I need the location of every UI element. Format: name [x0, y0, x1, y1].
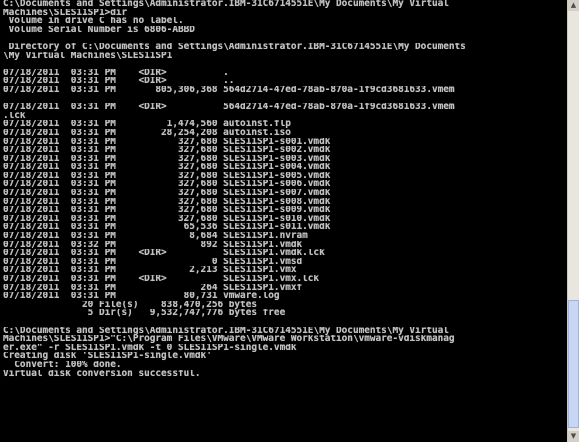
- console-line: .lck: [3, 111, 26, 121]
- console-line: 07/18/2011 03:31 PM 327,680 SLES11SP1-s0…: [3, 197, 331, 207]
- console-line: 07/18/2011 03:31 PM 65,536 SLES11SP1-s01…: [3, 223, 331, 233]
- console-line: 20 File(s) 838,470,256 bytes: [3, 300, 257, 310]
- console-line: 07/18/2011 03:31 PM 327,680 SLES11SP1-s0…: [3, 171, 331, 181]
- console-line: 07/18/2011 03:31 PM 327,680 SLES11SP1-s0…: [3, 163, 331, 172]
- console-line: 07/18/2011 03:31 PM 327,680 SLES11SP1-s0…: [3, 154, 331, 164]
- console-window[interactable]: C:\Documents and Settings\Administrator.…: [0, 0, 579, 442]
- console-line: Virtual disk conversion successful.: [3, 369, 201, 379]
- console-line: 5 Dir(s) 9,532,747,776 bytes free: [3, 309, 286, 318]
- console-line: er.exe" -r SLES11SP1.vmdk -t 0 SLES11SP1…: [3, 343, 297, 353]
- console-line: 07/18/2011 03:31 PM 327,680 SLES11SP1-s0…: [3, 189, 331, 198]
- console-line: \My Virtual Machines\SLES11SP1: [3, 51, 173, 61]
- console-line: Machines\SLES11SP1>dir: [3, 8, 128, 18]
- console-line: 07/18/2011 03:31 PM 1,474,560 autoinst.f…: [3, 120, 291, 129]
- console-line: C:\Documents and Settings\Administrator.…: [3, 0, 449, 9]
- console-line: 07/18/2011 03:31 PM <DIR> 564d2714-47ed-…: [3, 103, 455, 112]
- console-line: Volume in drive C has no label.: [3, 17, 184, 26]
- console-line: 07/18/2011 03:31 PM <DIR> SLES11SP1.vmx.…: [3, 275, 320, 284]
- console-line: Directory of C:\Documents and Settings\A…: [3, 42, 466, 52]
- scroll-down-arrow-icon[interactable]: ▼: [568, 431, 579, 442]
- console-line: 07/18/2011 03:31 PM 28,254,208 autoinst.…: [3, 128, 291, 138]
- console-line: Convert: 100% done.: [3, 360, 122, 370]
- console-line: Volume Serial Number is 6806-ABBD: [3, 25, 195, 35]
- console-line: 07/18/2011 03:31 PM 0 SLES11SP1.vmsd: [3, 257, 303, 267]
- console-line: 07/18/2011 03:31 PM 327,680 SLES11SP1-s0…: [3, 214, 331, 224]
- console-line: C:\Documents and Settings\Administrator.…: [3, 326, 449, 336]
- scroll-up-arrow-icon[interactable]: ▲: [568, 0, 579, 11]
- console-line: 07/18/2011 03:31 PM <DIR> .: [3, 68, 229, 78]
- console-line: 07/18/2011 03:31 PM 327,680 SLES11SP1-s0…: [3, 180, 331, 190]
- console-line: 07/18/2011 03:32 PM 892 SLES11SP1.vmdk: [3, 240, 303, 250]
- console-line: 07/18/2011 03:31 PM <DIR> ..: [3, 77, 235, 86]
- scrollbar-thumb[interactable]: [568, 300, 579, 428]
- console-line: 07/18/2011 03:31 PM 264 SLES11SP1.vmxf: [3, 283, 303, 293]
- console-line: 07/18/2011 03:31 PM 327,680 SLES11SP1-s0…: [3, 146, 331, 155]
- console-line: 07/18/2011 03:31 PM <DIR> SLES11SP1.vmdk…: [3, 249, 325, 258]
- console-line: 07/18/2011 03:31 PM 2,213 SLES11SP1.vmx: [3, 266, 297, 275]
- console-line: 07/18/2011 03:31 PM 327,680 SLES11SP1-s0…: [3, 206, 331, 215]
- console-line: Creating disk 'SLES11SP1-single.vmdk': [3, 352, 212, 361]
- console-output: C:\Documents and Settings\Administrator.…: [3, 0, 565, 378]
- console-line: 07/18/2011 03:31 PM 327,680 SLES11SP1-s0…: [3, 137, 331, 147]
- vertical-scrollbar[interactable]: ▲ ▼: [567, 0, 579, 442]
- console-line: Machines\SLES11SP1>"C:\Program Files\VMw…: [3, 335, 455, 344]
- console-line: 07/18/2011 03:31 PM 805,306,368 564d2714…: [3, 85, 455, 95]
- console-line: 07/18/2011 03:31 PM 8,684 SLES11SP1.nvra…: [3, 232, 308, 241]
- console-line: 07/18/2011 03:31 PM 80,731 vmware.log: [3, 292, 280, 301]
